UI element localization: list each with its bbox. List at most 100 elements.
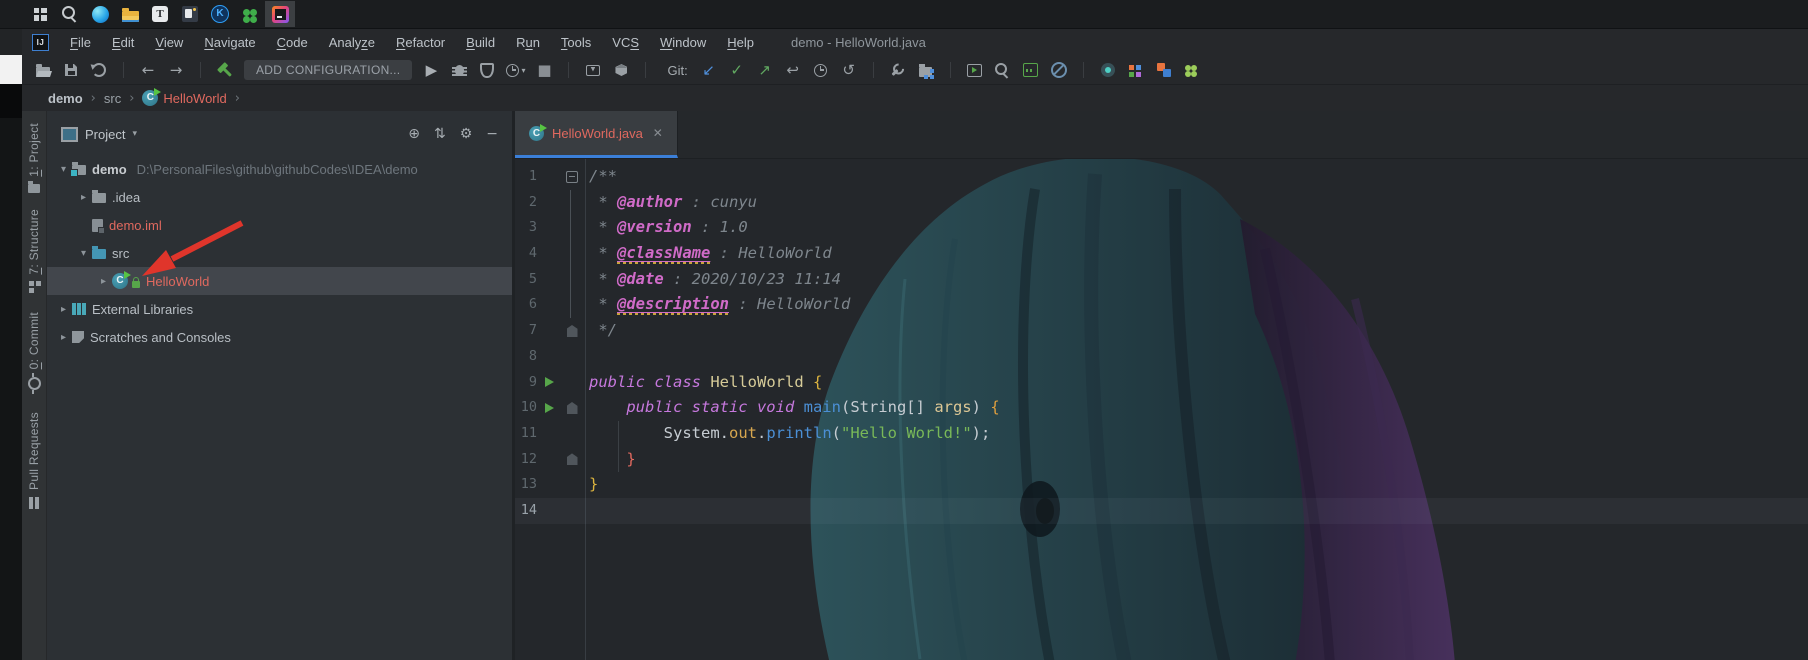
edge-browser-app[interactable] xyxy=(85,1,115,27)
build-artifact-icon[interactable] xyxy=(612,59,630,81)
chevron-right-icon[interactable]: ▸ xyxy=(95,276,112,287)
collapse-all-button[interactable]: ⇅ xyxy=(434,126,446,142)
stop-icon[interactable]: ■ xyxy=(535,59,553,81)
menu-vcs[interactable]: VCS xyxy=(612,35,639,50)
menu-help[interactable]: Help xyxy=(727,35,754,50)
snipaste-app[interactable] xyxy=(175,1,205,27)
sync-icon[interactable] xyxy=(90,59,108,81)
git-rollback-icon[interactable]: ↩ xyxy=(784,59,802,81)
attach-process-icon[interactable] xyxy=(584,59,602,81)
tab-helloworld-java[interactable]: HelloWorld.java ✕ xyxy=(515,111,678,158)
menu-view[interactable]: View xyxy=(155,35,183,50)
git-commit-icon[interactable]: ✓ xyxy=(728,59,746,81)
record-plugin-icon[interactable] xyxy=(1099,59,1117,81)
menu-refactor[interactable]: Refactor xyxy=(396,35,445,50)
code-line-13[interactable]: 13} xyxy=(515,472,1808,498)
intellij-idea-app[interactable] xyxy=(265,1,295,27)
chevron-right-icon[interactable]: ▸ xyxy=(75,192,92,203)
add-configuration-button[interactable]: ADD CONFIGURATION... xyxy=(244,60,413,80)
run-anything-icon[interactable] xyxy=(966,59,984,81)
search-everywhere-icon[interactable] xyxy=(994,59,1012,81)
save-all-icon[interactable] xyxy=(62,59,80,81)
coverage-icon[interactable] xyxy=(478,59,496,81)
fold-end-icon[interactable] xyxy=(566,324,578,337)
git-history-icon[interactable] xyxy=(812,59,830,81)
typora-app[interactable] xyxy=(145,1,175,27)
git-undo-icon[interactable]: ↺ xyxy=(840,59,858,81)
file-explorer-app[interactable] xyxy=(115,1,145,27)
chevron-down-icon[interactable]: ▾ xyxy=(75,248,92,259)
code-line-5[interactable]: 5 * @date : 2020/10/23 11:14 xyxy=(515,267,1808,293)
locate-button[interactable]: ⊕ xyxy=(408,126,420,142)
tree-item-demo[interactable]: ▾ demo D:\PersonalFiles\github\githubCodes… xyxy=(47,155,512,183)
fold-end-icon[interactable] xyxy=(566,453,578,466)
translation-plugin-icon[interactable] xyxy=(1155,59,1173,81)
breadcrumb-helloworld[interactable]: HelloWorld xyxy=(142,88,227,106)
code-line-2[interactable]: 2 * @author : cunyu xyxy=(515,190,1808,216)
close-icon[interactable]: ✕ xyxy=(653,126,663,140)
code-line-3[interactable]: 3 * @version : 1.0 xyxy=(515,215,1808,241)
tree-item-idea[interactable]: ▸ .idea xyxy=(47,183,512,211)
menu-edit[interactable]: Edit xyxy=(112,35,134,50)
settings-gear-button[interactable]: ⚙ xyxy=(460,126,473,142)
code-line-8[interactable]: 8 xyxy=(515,344,1808,370)
tree-item-scratches-and-consoles[interactable]: ▸ Scratches and Consoles xyxy=(47,323,512,351)
code-line-10[interactable]: 10 public static void main(String[] args… xyxy=(515,395,1808,421)
code-line-12[interactable]: 12 } xyxy=(515,447,1808,473)
menu-analyze[interactable]: Analyze xyxy=(329,35,375,50)
menu-navigate[interactable]: Navigate xyxy=(204,35,255,50)
stripe-0-commit[interactable]: 0: Commit xyxy=(27,312,41,394)
chevron-right-icon[interactable]: ▸ xyxy=(55,304,72,315)
panel-title[interactable]: Project xyxy=(85,127,125,142)
run-button[interactable] xyxy=(544,403,554,414)
breadcrumb-demo[interactable]: demo xyxy=(48,91,83,106)
code-line-1[interactable]: 1 /** xyxy=(515,164,1808,190)
stripe-7-structure[interactable]: 7: Structure xyxy=(27,209,41,293)
profiler-icon[interactable]: ▾ xyxy=(506,59,525,81)
menu-run[interactable]: Run xyxy=(516,35,540,50)
stripe-pull-requests[interactable]: Pull Requests xyxy=(27,412,41,509)
tree-item-external-libraries[interactable]: ▸ External Libraries xyxy=(47,295,512,323)
forward-icon[interactable]: → xyxy=(167,59,185,81)
code-line-4[interactable]: 4 * @className : HelloWorld xyxy=(515,241,1808,267)
kite-app[interactable] xyxy=(205,1,235,27)
code-line-6[interactable]: 6 * @description : HelloWorld xyxy=(515,292,1808,318)
menu-code[interactable]: Code xyxy=(277,35,308,50)
stripe-1-project[interactable]: 1: Project xyxy=(27,123,41,193)
fold-collapse-icon[interactable] xyxy=(566,170,578,183)
git-push-icon[interactable]: ↗ xyxy=(756,59,774,81)
menu-tools[interactable]: Tools xyxy=(561,35,591,50)
grid-plugin-icon[interactable] xyxy=(1127,59,1145,81)
run-icon[interactable]: ▶ xyxy=(422,59,440,81)
menu-window[interactable]: Window xyxy=(660,35,706,50)
clover-app[interactable] xyxy=(235,1,265,27)
menu-build[interactable]: Build xyxy=(466,35,495,50)
back-icon[interactable]: ← xyxy=(139,59,157,81)
code-area[interactable]: 1/** 2 * @author : cunyu 3 * @version : 1.… xyxy=(515,159,1808,660)
run-button[interactable] xyxy=(544,377,554,388)
code-line-14[interactable]: 14 xyxy=(515,497,1808,524)
settings-wrench-icon[interactable] xyxy=(889,59,907,81)
debug-icon[interactable] xyxy=(450,59,468,81)
windows-search-app[interactable] xyxy=(55,1,85,27)
fold-end-icon[interactable] xyxy=(566,402,578,415)
code-line-9[interactable]: 9 public class HelloWorld { xyxy=(515,370,1808,396)
code-line-11[interactable]: 11 System.out.println("Hello World!"); xyxy=(515,421,1808,447)
breadcrumb-src[interactable]: src xyxy=(104,91,121,106)
wave-plugin-icon[interactable] xyxy=(1022,59,1040,81)
chevron-down-icon[interactable]: ▾ xyxy=(132,129,137,139)
power-save-icon[interactable] xyxy=(1050,59,1068,81)
chevron-right-icon[interactable]: ▸ xyxy=(55,332,72,343)
hide-panel-button[interactable]: − xyxy=(486,126,498,142)
plugin-clover-icon[interactable] xyxy=(1183,59,1201,81)
windows-start-app[interactable] xyxy=(25,1,55,27)
build-hammer-icon[interactable] xyxy=(216,59,234,81)
project-structure-icon[interactable] xyxy=(917,59,935,81)
open-file-icon[interactable] xyxy=(34,59,52,81)
tree-item-helloworld[interactable]: ▸ HelloWorld xyxy=(47,267,512,295)
git-update-icon[interactable]: ↙ xyxy=(700,59,718,81)
tree-item-src[interactable]: ▾ src xyxy=(47,239,512,267)
menu-file[interactable]: File xyxy=(70,35,91,50)
code-line-7[interactable]: 7 */ xyxy=(515,318,1808,344)
tree-item-demo-iml[interactable]: demo.iml xyxy=(47,211,512,239)
